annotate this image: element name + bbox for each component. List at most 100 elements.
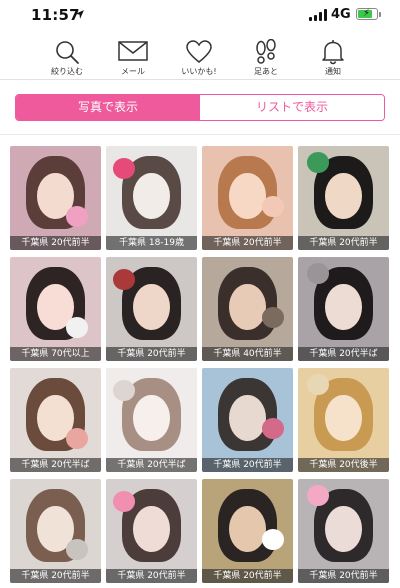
photo-face [229, 284, 266, 330]
photo-accent [307, 374, 329, 396]
photo-face [325, 173, 362, 219]
photo-face [325, 395, 362, 441]
photo-accent [307, 485, 329, 507]
photo-accent [262, 528, 284, 550]
photo-accent [66, 428, 89, 450]
photo-accent [262, 306, 284, 328]
profile-caption: 千葉県 20代前半 [202, 569, 293, 583]
battery-icon: ⚡ [356, 8, 378, 20]
nav-like-label: いいかも! [181, 67, 217, 76]
profile-card[interactable]: 千葉県 20代前半 [106, 257, 197, 361]
profile-caption: 千葉県 20代後半 [298, 458, 389, 472]
nav-filter[interactable]: 絞り込む [37, 36, 97, 78]
profile-card[interactable]: 千葉県 20代前半 [202, 146, 293, 250]
profile-card[interactable]: 千葉県 20代半ば [106, 368, 197, 472]
photo-face [229, 395, 266, 441]
photo-accent [66, 317, 89, 339]
profile-photo [10, 368, 101, 472]
photo-face [133, 506, 170, 552]
profile-caption: 千葉県 20代半ば [10, 458, 101, 472]
profile-card[interactable]: 千葉県 20代前半 [202, 479, 293, 583]
divider [0, 134, 400, 135]
footprints-icon [256, 39, 276, 64]
photo-face [229, 173, 266, 219]
photo-accent [307, 263, 329, 285]
profile-caption: 千葉県 20代前半 [106, 347, 197, 361]
profile-caption: 千葉県 20代前半 [10, 569, 101, 583]
profile-caption: 千葉県 20代前半 [202, 236, 293, 250]
photo-face [229, 506, 266, 552]
photo-face [133, 284, 170, 330]
profile-card[interactable]: 千葉県 20代前半 [10, 146, 101, 250]
nav-notifications-label: 通知 [325, 67, 341, 76]
list-view-tab[interactable]: リストで表示 [200, 95, 384, 120]
profile-card[interactable]: 千葉県 20代前半 [10, 479, 101, 583]
profile-card[interactable]: 千葉県 20代半ば [10, 368, 101, 472]
photo-face [325, 284, 362, 330]
nav-like[interactable]: いいかも! [169, 36, 229, 78]
status-time: 11:57 [31, 6, 80, 24]
profile-photo [202, 257, 293, 361]
profile-photo [298, 257, 389, 361]
photo-accent [262, 195, 284, 217]
profile-photo [10, 479, 101, 583]
nav-notifications[interactable]: 通知 [303, 36, 363, 78]
nav-mail[interactable]: メール [103, 36, 163, 78]
profile-photo [10, 146, 101, 250]
profile-photo [106, 368, 197, 472]
battery-cap [379, 12, 381, 17]
profile-photo [202, 479, 293, 583]
profile-photo [298, 146, 389, 250]
profile-caption: 千葉県 20代前半 [298, 569, 389, 583]
bell-icon [322, 40, 344, 65]
profile-caption: 千葉県 20代半ば [298, 347, 389, 361]
status-bar: 11:57 4G ⚡ [0, 0, 400, 34]
profile-caption: 千葉県 20代半ば [106, 458, 197, 472]
profile-photo [106, 146, 197, 250]
profile-caption: 千葉県 40代前半 [202, 347, 293, 361]
profile-card[interactable]: 千葉県 18-19歳 [106, 146, 197, 250]
location-arrow-icon [75, 10, 84, 19]
profile-photo [106, 257, 197, 361]
photo-face [133, 173, 170, 219]
photo-accent [66, 539, 89, 561]
photo-accent [262, 417, 284, 439]
profile-caption: 千葉県 20代前半 [106, 569, 197, 583]
profile-card[interactable]: 千葉県 20代前半 [298, 479, 389, 583]
profile-card[interactable]: 千葉県 20代半ば [298, 257, 389, 361]
profile-card[interactable]: 千葉県 20代前半 [202, 368, 293, 472]
profile-photo [106, 479, 197, 583]
network-type: 4G [331, 7, 351, 22]
profile-card[interactable]: 千葉県 20代前半 [106, 479, 197, 583]
profile-card[interactable]: 千葉県 20代後半 [298, 368, 389, 472]
profile-card[interactable]: 千葉県 70代以上 [10, 257, 101, 361]
profile-caption: 千葉県 20代前半 [202, 458, 293, 472]
profile-caption: 千葉県 20代前半 [298, 236, 389, 250]
profile-photo [202, 368, 293, 472]
profile-photo [202, 146, 293, 250]
profile-card[interactable]: 千葉県 20代前半 [298, 146, 389, 250]
charging-bolt-icon: ⚡ [362, 8, 371, 19]
nav-mail-label: メール [121, 67, 145, 76]
profile-photo [298, 368, 389, 472]
photo-view-tab[interactable]: 写真で表示 [16, 95, 200, 120]
heart-icon [186, 40, 212, 63]
search-icon [56, 41, 79, 64]
nav-footprints[interactable]: 足あと [236, 36, 296, 78]
signal-strength-icon [309, 9, 327, 21]
photo-face [133, 395, 170, 441]
profile-caption: 千葉県 70代以上 [10, 347, 101, 361]
profile-photo [10, 257, 101, 361]
profile-photo [298, 479, 389, 583]
view-toggle: 写真で表示 リストで表示 [15, 94, 385, 121]
profile-caption: 千葉県 18-19歳 [106, 236, 197, 250]
photo-accent [66, 206, 89, 228]
nav-footprints-label: 足あと [254, 67, 278, 76]
profile-card[interactable]: 千葉県 40代前半 [202, 257, 293, 361]
mail-icon [118, 41, 148, 61]
profile-caption: 千葉県 20代前半 [10, 236, 101, 250]
photo-face [325, 506, 362, 552]
top-nav: 絞り込む メール いいかも! 足あと 通知 [0, 36, 400, 80]
nav-filter-label: 絞り込む [51, 67, 83, 76]
photo-accent [307, 152, 329, 174]
